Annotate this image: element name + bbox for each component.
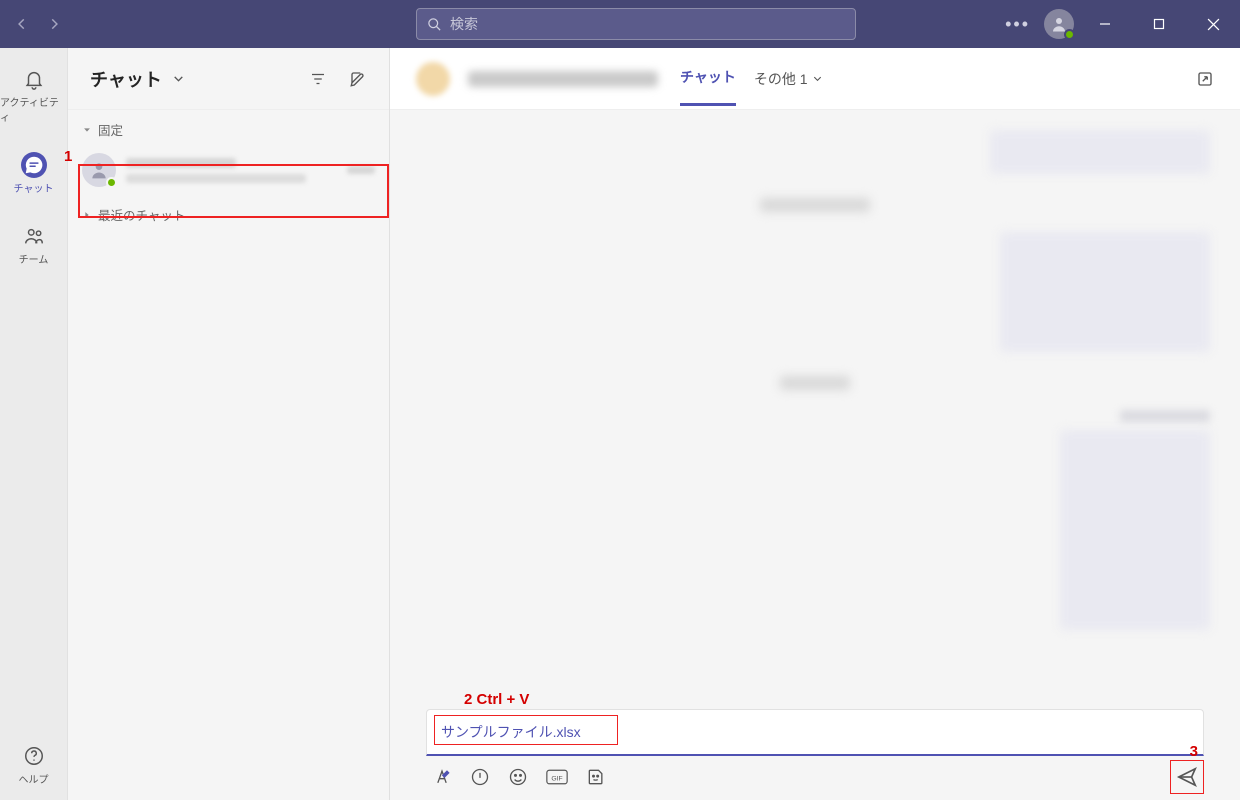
chevron-right-icon	[82, 210, 92, 220]
rail-item-help[interactable]: ヘルプ	[0, 739, 67, 790]
rail-label: ヘルプ	[19, 771, 49, 786]
tab-chat[interactable]: チャット	[680, 67, 736, 106]
contact-name	[468, 71, 658, 87]
rail-item-chat[interactable]: チャット	[0, 148, 67, 199]
chat-list-item[interactable]	[72, 145, 385, 195]
chat-list-title: チャット	[90, 66, 162, 92]
tab-label: その他 1	[754, 69, 808, 89]
presence-indicator	[106, 177, 117, 188]
section-recent[interactable]: 最近のチャット	[68, 195, 389, 230]
rail-label: アクティビティ	[0, 94, 67, 124]
section-label: 固定	[98, 120, 123, 139]
priority-icon[interactable]	[470, 767, 490, 787]
new-chat-icon[interactable]	[349, 70, 367, 88]
chat-main: チャット その他 1 2 Ctrl + V サンプルファイル.	[390, 48, 1240, 800]
compose-box[interactable]: サンプルファイル.xlsx	[426, 709, 1204, 756]
filter-icon[interactable]	[309, 70, 327, 88]
chat-icon	[21, 152, 47, 178]
more-options-button[interactable]: •••	[999, 14, 1036, 35]
chat-list-panel: チャット 固定	[68, 48, 390, 800]
send-button[interactable]	[1176, 766, 1198, 788]
rail-label: チャット	[14, 180, 54, 195]
rail-item-activity[interactable]: アクティビティ	[0, 62, 67, 128]
compose-area: サンプルファイル.xlsx GIF	[390, 709, 1240, 800]
window-close-button[interactable]	[1190, 0, 1236, 48]
contact-avatar[interactable]	[416, 62, 450, 96]
title-bar: •••	[0, 0, 1240, 48]
chat-list-header: チャット	[68, 48, 389, 110]
emoji-icon[interactable]	[508, 767, 528, 787]
user-avatar[interactable]	[1044, 9, 1074, 39]
search-icon	[427, 17, 442, 32]
help-icon	[21, 743, 47, 769]
chevron-down-icon	[82, 125, 92, 135]
presence-indicator	[1064, 29, 1075, 40]
nav-back-button[interactable]	[8, 10, 36, 38]
rail-label: チーム	[19, 251, 49, 266]
window-minimize-button[interactable]	[1082, 0, 1128, 48]
app-rail: アクティビティ チャット チーム ヘルプ	[0, 48, 68, 800]
popout-icon[interactable]	[1196, 70, 1214, 88]
svg-text:GIF: GIF	[551, 775, 562, 782]
compose-toolbar: GIF	[426, 756, 1204, 788]
sticker-icon[interactable]	[586, 767, 606, 787]
rail-item-teams[interactable]: チーム	[0, 219, 67, 270]
contact-avatar	[82, 153, 116, 187]
tab-other[interactable]: その他 1	[754, 69, 823, 105]
section-label: 最近のチャット	[98, 205, 185, 224]
search-input[interactable]	[450, 16, 845, 32]
window-maximize-button[interactable]	[1136, 0, 1182, 48]
compose-attachment-link[interactable]: サンプルファイル.xlsx	[441, 724, 581, 740]
format-icon[interactable]	[432, 767, 452, 787]
section-pinned[interactable]: 固定	[68, 110, 389, 145]
gif-icon[interactable]: GIF	[546, 767, 568, 787]
search-box[interactable]	[416, 8, 856, 40]
person-icon	[89, 160, 109, 180]
chat-header: チャット その他 1	[390, 48, 1240, 110]
message-list	[390, 110, 1240, 709]
chevron-down-icon[interactable]	[172, 72, 185, 85]
nav-forward-button[interactable]	[40, 10, 68, 38]
teams-icon	[21, 223, 47, 249]
chevron-down-icon	[812, 73, 823, 84]
bell-icon	[21, 66, 47, 92]
